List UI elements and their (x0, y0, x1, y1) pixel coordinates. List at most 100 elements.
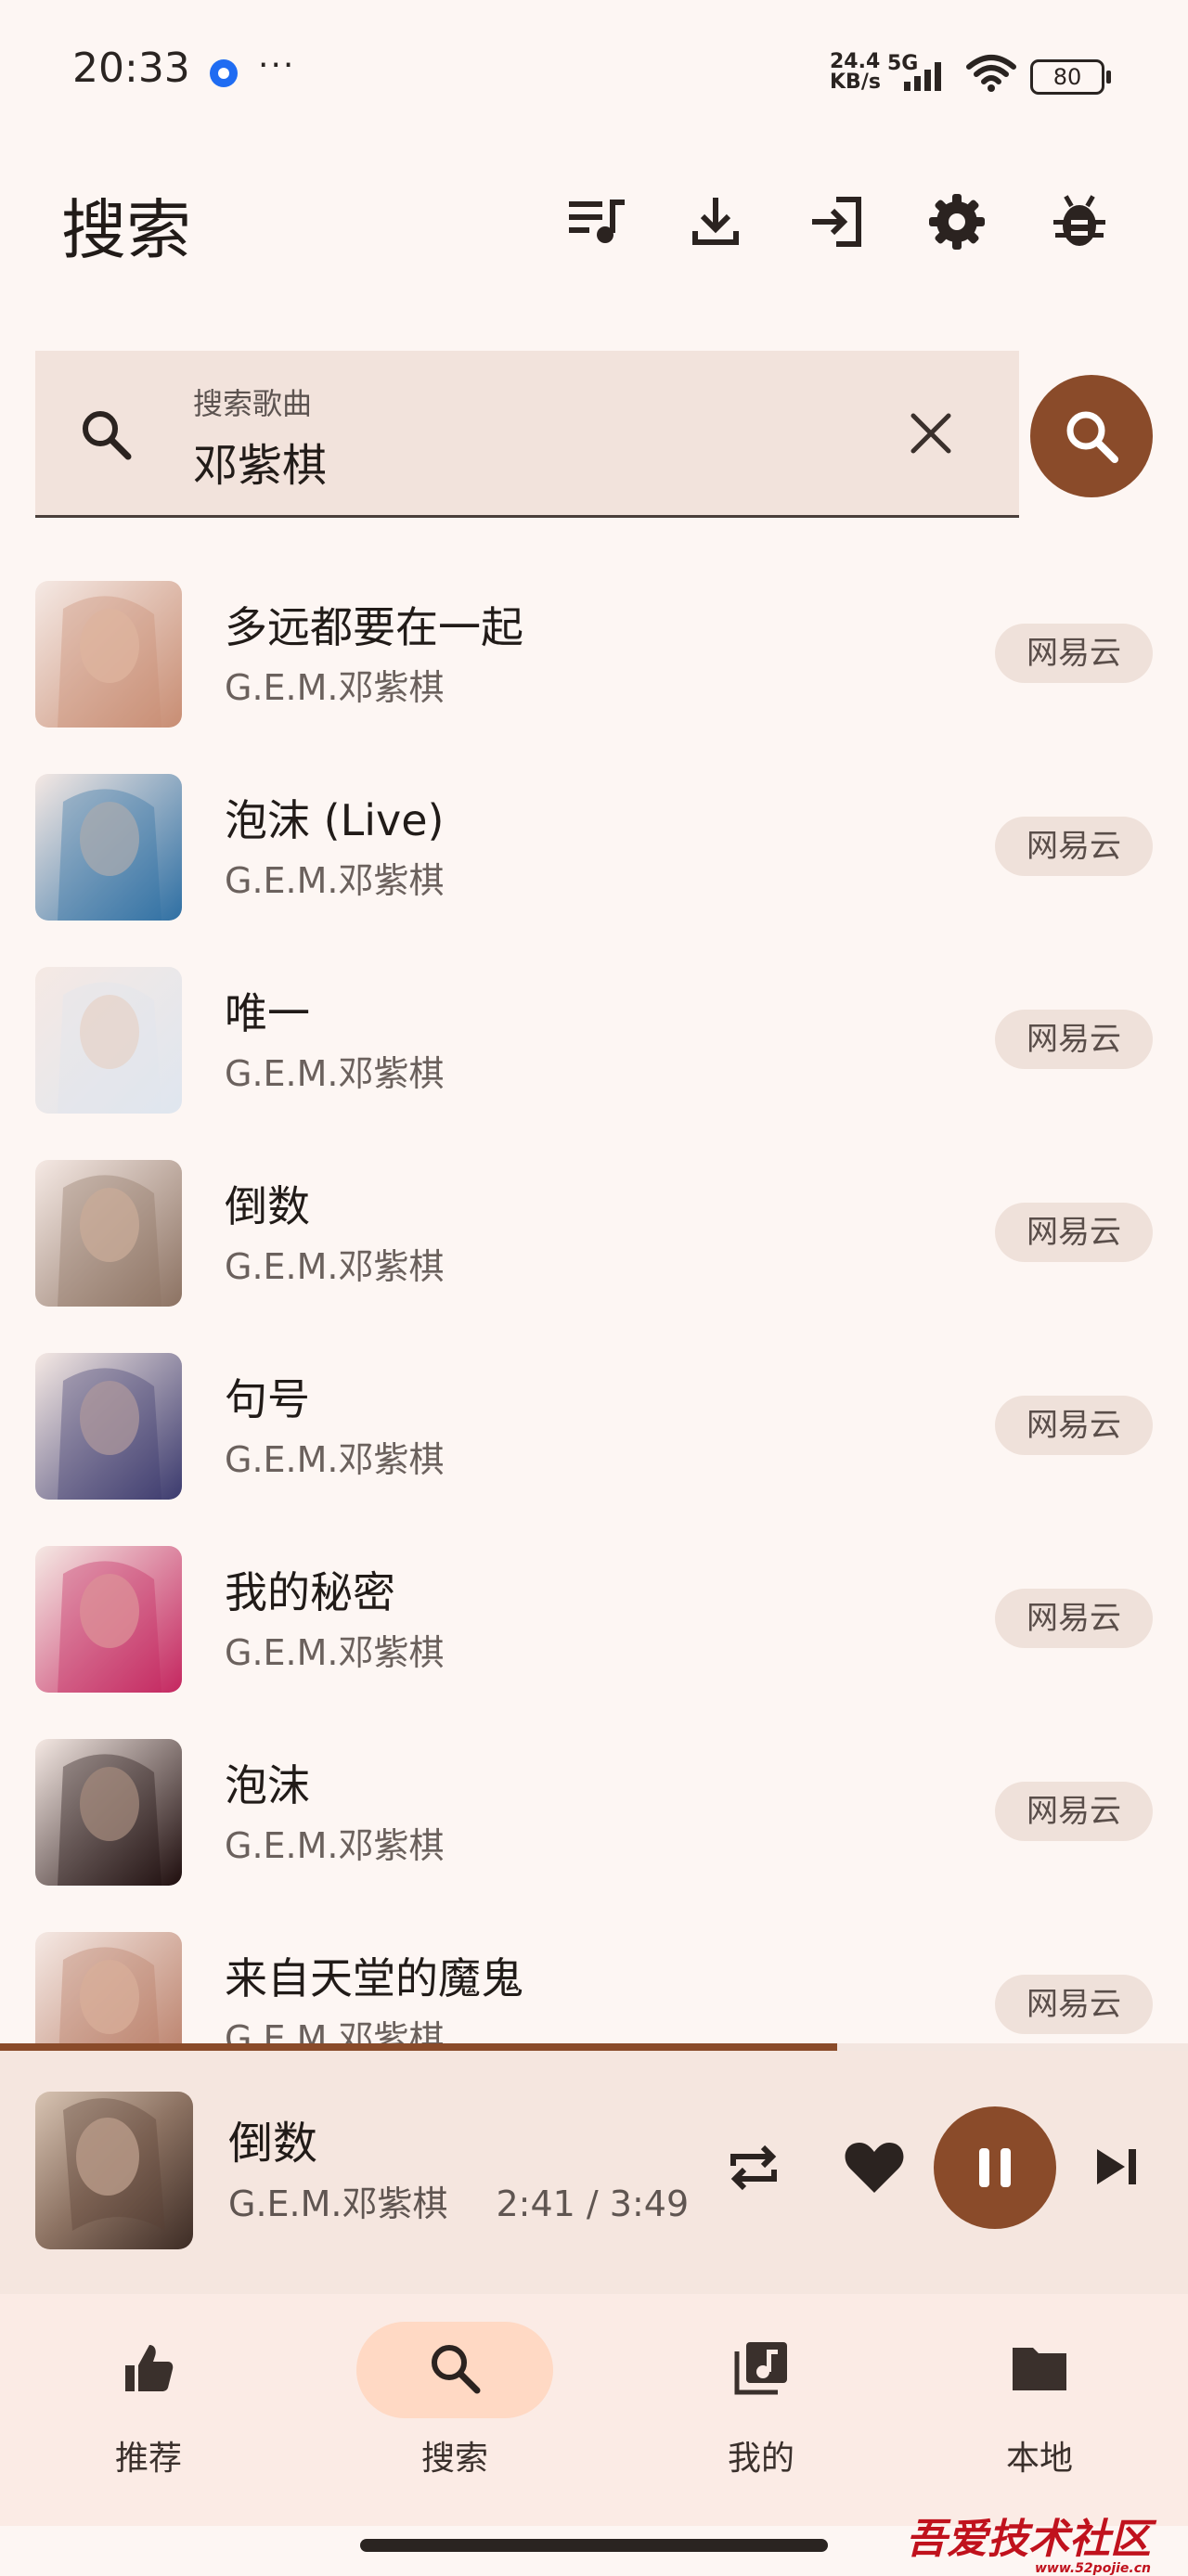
watermark-url: www.52pojie.cn (1034, 2561, 1151, 2576)
download-button[interactable] (683, 189, 748, 254)
album-cover (35, 1160, 182, 1307)
song-title: 我的秘密 (225, 1567, 395, 1617)
album-cover (35, 581, 182, 728)
nav-tab-indicator (941, 2322, 1138, 2418)
more-notifications-icon: ··· (258, 46, 296, 84)
song-artist: G.E.M.邓紫棋 (225, 2018, 445, 2045)
favorite-button[interactable] (839, 2132, 910, 2203)
song-row[interactable]: 句号 G.E.M.邓紫棋 网易云 (0, 1342, 1188, 1535)
album-art (35, 1546, 182, 1693)
album-cover (35, 967, 182, 1114)
search-icon (83, 411, 132, 460)
home-indicator[interactable] (360, 2539, 828, 2552)
network-speed-value: 24.4 (830, 50, 881, 73)
album-art (35, 1353, 182, 1500)
battery-indicator: 80 (1030, 59, 1111, 95)
album-art (35, 1739, 182, 1886)
next-button[interactable] (1086, 2136, 1147, 2197)
search-input[interactable]: 邓紫棋 (193, 429, 327, 494)
source-chip[interactable]: 网易云 (995, 1782, 1153, 1841)
nav-tab[interactable]: 本地 (937, 2322, 1142, 2498)
song-row[interactable]: 多远都要在一起 G.E.M.邓紫棋 网易云 (0, 570, 1188, 763)
library-music-icon (731, 2338, 791, 2402)
nav-tab-label: 搜索 (420, 2440, 488, 2478)
album-art (35, 774, 182, 921)
nav-tab[interactable]: 推荐 (46, 2322, 251, 2498)
song-title: 倒数 (225, 1181, 310, 1231)
album-art (35, 2092, 193, 2249)
network-speed: 24.4 KB/s (830, 52, 881, 93)
pause-button[interactable] (934, 2106, 1056, 2229)
song-artist: G.E.M.邓紫棋 (225, 1439, 445, 1480)
album-cover (35, 774, 182, 921)
now-playing-artist: G.E.M.邓紫棋 (228, 2183, 448, 2224)
album-art (35, 967, 182, 1114)
source-chip[interactable]: 网易云 (995, 817, 1153, 876)
gear-icon (929, 194, 985, 250)
source-chip[interactable]: 网易云 (995, 1589, 1153, 1648)
search-field[interactable]: 搜索歌曲 邓紫棋 (35, 351, 1019, 518)
playback-time: 2:41 / 3:49 (496, 2183, 690, 2224)
source-chip[interactable]: 网易云 (995, 1396, 1153, 1455)
page-title: 搜索 (61, 192, 191, 268)
now-playing-title: 倒数 (228, 2118, 318, 2170)
status-bar: 20:33 ··· 24.4 KB/s 5G 80 (0, 0, 1188, 139)
nav-tab-label: 我的 (727, 2440, 794, 2478)
nav-tab[interactable]: 搜索 (353, 2322, 557, 2498)
song-title: 泡沫 (225, 1760, 310, 1810)
login-button[interactable] (804, 189, 869, 254)
source-chip[interactable]: 网易云 (995, 624, 1153, 683)
album-cover (35, 1353, 182, 1500)
source-chip[interactable]: 网易云 (995, 1975, 1153, 2034)
album-cover (35, 1739, 182, 1886)
song-title: 句号 (225, 1374, 310, 1424)
song-row[interactable]: 来自天堂的魔鬼 G.E.M.邓紫棋 网易云 (0, 1921, 1188, 2045)
search-field-label: 搜索歌曲 (193, 386, 313, 421)
song-artist: G.E.M.邓紫棋 (225, 1632, 445, 1673)
nav-tab-indicator (356, 2322, 553, 2418)
song-row[interactable]: 倒数 G.E.M.邓紫棋 网易云 (0, 1149, 1188, 1342)
song-row[interactable]: 泡沫 G.E.M.邓紫棋 网易云 (0, 1728, 1188, 1921)
thumb-up-icon (120, 2339, 177, 2401)
song-title: 唯一 (225, 988, 310, 1038)
album-art (35, 581, 182, 728)
source-chip[interactable]: 网易云 (995, 1010, 1153, 1069)
notification-app-icon (210, 59, 238, 87)
nav-tab[interactable]: 我的 (659, 2322, 863, 2498)
download-icon (692, 198, 739, 245)
bug-icon (1053, 195, 1105, 246)
search-icon (1066, 411, 1118, 463)
signal-icon (904, 62, 941, 91)
search-results-list[interactable]: 多远都要在一起 G.E.M.邓紫棋 网易云 泡沫 (Live) G.E.M.邓紫棋 网易云… (0, 570, 1188, 2045)
nav-tab-label: 本地 (1005, 2440, 1073, 2478)
wifi-icon (966, 55, 1016, 92)
repeat-button[interactable] (720, 2134, 787, 2201)
album-cover (35, 1932, 182, 2045)
song-artist: G.E.M.邓紫棋 (225, 1246, 445, 1287)
song-row[interactable]: 唯一 G.E.M.邓紫棋 网易云 (0, 956, 1188, 1149)
clear-icon[interactable] (908, 410, 954, 457)
debug-button[interactable] (1047, 189, 1112, 254)
playback-progress-bar[interactable] (0, 2043, 1188, 2051)
song-artist: G.E.M.邓紫棋 (225, 1053, 445, 1094)
network-speed-unit: KB/s (830, 71, 881, 94)
nav-tab-indicator (50, 2322, 247, 2418)
song-title: 泡沫 (Live) (225, 795, 445, 845)
now-playing-meta: G.E.M.邓紫棋 2:41 / 3:49 (228, 2175, 689, 2226)
song-title: 多远都要在一起 (225, 602, 523, 652)
elapsed-time: 2:41 (496, 2183, 575, 2224)
search-button[interactable] (1030, 375, 1153, 497)
top-app-bar: 搜索 (0, 167, 1188, 269)
settings-button[interactable] (924, 189, 989, 254)
album-art (35, 1160, 182, 1307)
song-row[interactable]: 泡沫 (Live) G.E.M.邓紫棋 网易云 (0, 763, 1188, 956)
playlist-button[interactable] (564, 189, 629, 254)
login-icon (812, 197, 861, 247)
song-row[interactable]: 我的秘密 G.E.M.邓紫棋 网易云 (0, 1535, 1188, 1728)
bottom-navigation: 推荐 搜索 我的 本地 (0, 2294, 1188, 2526)
now-playing-bar[interactable]: 倒数 G.E.M.邓紫棋 2:41 / 3:49 (0, 2051, 1188, 2294)
skip-next-icon (1097, 2149, 1136, 2184)
album-art (35, 1932, 182, 2045)
heart-icon (845, 2143, 904, 2193)
source-chip[interactable]: 网易云 (995, 1203, 1153, 1262)
